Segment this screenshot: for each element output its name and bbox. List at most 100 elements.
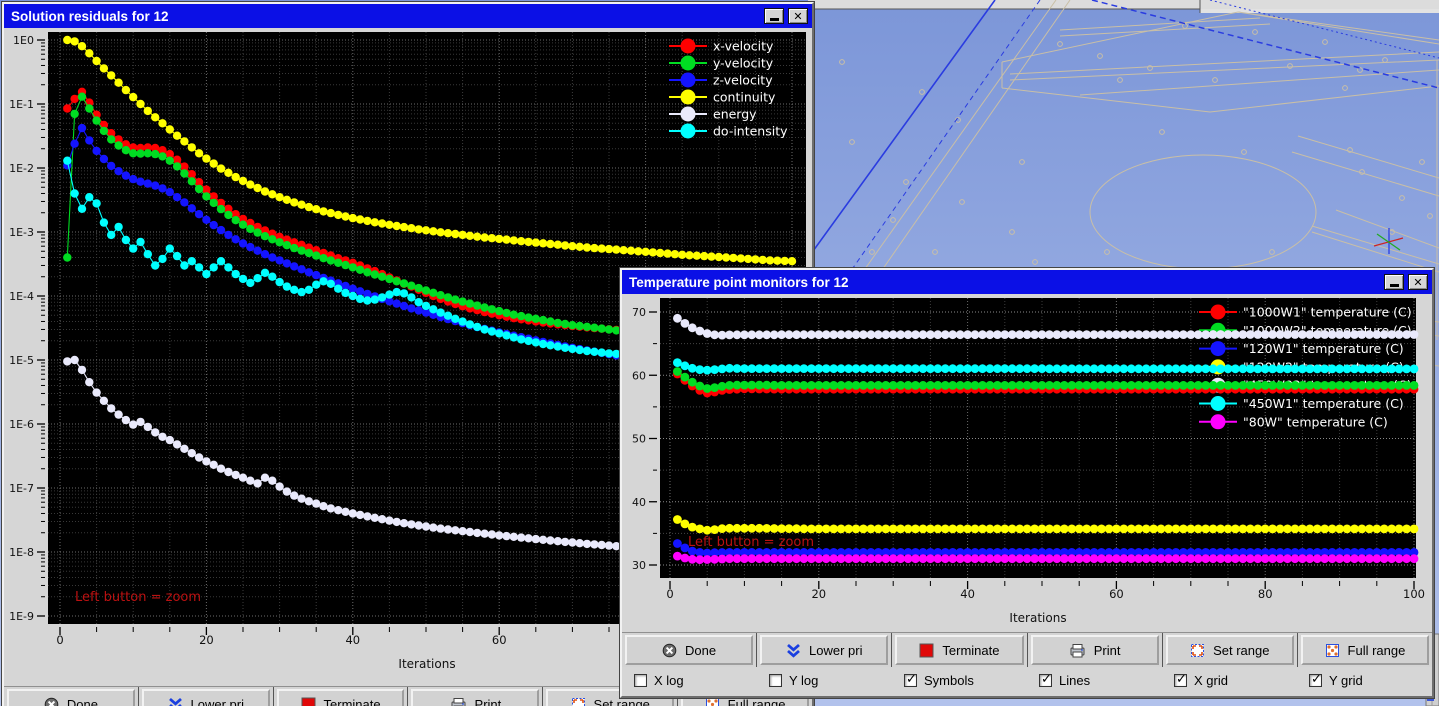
print-icon	[450, 697, 467, 706]
symbols-checkbox-box[interactable]	[904, 674, 917, 687]
set-range-icon	[1190, 643, 1205, 658]
done-icon	[662, 643, 677, 658]
lines-checkbox[interactable]: Lines	[1027, 673, 1162, 688]
svg-text:40: 40	[345, 633, 360, 647]
legend-label: energy	[713, 107, 757, 122]
window-title: Solution residuals for 12	[11, 9, 760, 24]
done-button-cell: Done	[4, 687, 138, 706]
done-button-label: Done	[67, 697, 98, 706]
lines-checkbox-label: Lines	[1059, 673, 1090, 688]
lines-checkbox-box[interactable]	[1039, 674, 1052, 687]
print-button[interactable]: Print	[1031, 635, 1159, 665]
full-range-button-label: Full range	[1348, 643, 1406, 658]
svg-text:60: 60	[492, 633, 507, 647]
legend-label: "1000W1" temperature (C)	[1243, 305, 1412, 320]
lower-pri-button-label: Lower pri	[191, 697, 244, 706]
done-button-cell: Done	[622, 633, 756, 667]
lower-pri-icon	[168, 697, 183, 706]
y-log-checkbox[interactable]: Y log	[757, 673, 892, 688]
svg-text:70: 70	[632, 306, 646, 319]
minimize-icon[interactable]	[1384, 274, 1404, 290]
plot-annotation: Left button = zoom	[75, 590, 201, 605]
svg-text:1E-7: 1E-7	[9, 482, 34, 495]
lower-pri-button-cell: Lower pri	[756, 633, 891, 667]
y-grid-checkbox[interactable]: Y grid	[1297, 673, 1432, 688]
print-icon	[1069, 643, 1086, 658]
svg-text:100: 100	[1403, 587, 1425, 601]
monitors-window: Temperature point monitors for 12 ✕ 30 40…	[620, 268, 1434, 698]
full-range-button-cell: Full range	[1297, 633, 1432, 667]
x-log-checkbox-label: X log	[654, 673, 684, 688]
done-button[interactable]: Done	[625, 635, 753, 665]
svg-text:20: 20	[811, 587, 826, 601]
svg-text:0: 0	[56, 633, 63, 647]
legend-label: continuity	[713, 90, 776, 105]
svg-text:1E-6: 1E-6	[9, 418, 34, 431]
full-range-button[interactable]: Full range	[1301, 635, 1429, 665]
svg-text:20: 20	[199, 633, 214, 647]
legend-label: x-velocity	[713, 39, 774, 54]
svg-text:0: 0	[666, 587, 673, 601]
x-grid-checkbox-box[interactable]	[1174, 674, 1187, 687]
y-log-checkbox-box[interactable]	[769, 674, 782, 687]
y-log-checkbox-label: Y log	[789, 673, 818, 688]
svg-text:50: 50	[632, 433, 646, 446]
svg-text:40: 40	[632, 496, 646, 509]
svg-text:1E-2: 1E-2	[9, 162, 34, 175]
close-icon[interactable]: ✕	[788, 8, 808, 24]
done-button[interactable]: Done	[7, 689, 135, 706]
residuals-titlebar[interactable]: Solution residuals for 12 ✕	[4, 4, 812, 28]
x-axis-label: Iterations	[1009, 611, 1066, 625]
done-button-label: Done	[685, 643, 716, 658]
set-range-button-label: Set range	[1213, 643, 1269, 658]
x-log-checkbox-box[interactable]	[634, 674, 647, 687]
terminate-button-cell: Terminate	[891, 633, 1026, 667]
terminate-button[interactable]: Terminate	[277, 689, 405, 706]
svg-text:1E-1: 1E-1	[9, 98, 34, 111]
lower-pri-button[interactable]: Lower pri	[760, 635, 888, 665]
legend-label: "80W" temperature (C)	[1243, 414, 1388, 429]
x-grid-checkbox-label: X grid	[1194, 673, 1228, 688]
terminate-button-label: Terminate	[324, 697, 381, 706]
symbols-checkbox[interactable]: Symbols	[892, 673, 1027, 688]
legend-label: y-velocity	[713, 56, 774, 71]
terminate-button[interactable]: Terminate	[895, 635, 1023, 665]
svg-text:30: 30	[632, 559, 646, 572]
lower-pri-button[interactable]: Lower pri	[142, 689, 270, 706]
x-log-checkbox[interactable]: X log	[622, 673, 757, 688]
print-button-label: Print	[475, 697, 502, 706]
terminate-icon	[919, 643, 934, 658]
window-title: Temperature point monitors for 12	[629, 275, 1380, 290]
done-icon	[44, 697, 59, 706]
monitors-titlebar[interactable]: Temperature point monitors for 12 ✕	[622, 270, 1432, 294]
svg-text:60: 60	[1109, 587, 1124, 601]
print-button-cell: Print	[1027, 633, 1162, 667]
monitors-button-row: Done Lower pri Terminate Print Set range Full…	[622, 632, 1432, 667]
monitors-chart[interactable]: 3040506070020406080100Iterations"1000W1"…	[622, 294, 1428, 632]
set-range-button-cell: Set range	[1162, 633, 1297, 667]
y-grid-checkbox-label: Y grid	[1329, 673, 1363, 688]
set-range-button[interactable]: Set range	[1166, 635, 1294, 665]
print-button[interactable]: Print	[411, 689, 539, 706]
monitors-checkbox-row: X log Y log Symbols Lines X grid Y grid	[622, 667, 1432, 693]
legend-label: "120W1" temperature (C)	[1243, 341, 1404, 356]
svg-text:60: 60	[632, 369, 646, 382]
minimize-icon[interactable]	[764, 8, 784, 24]
y-grid-checkbox-box[interactable]	[1309, 674, 1322, 687]
full-range-icon	[1325, 643, 1340, 658]
lower-pri-button-label: Lower pri	[809, 643, 862, 658]
x-grid-checkbox[interactable]: X grid	[1162, 673, 1297, 688]
svg-text:1E-4: 1E-4	[9, 290, 34, 303]
application-screen: Solution residuals for 12 ✕ 1E0 1E-1 1E-2 1…	[0, 0, 1439, 706]
svg-text:1E0: 1E0	[13, 34, 34, 47]
symbols-checkbox-label: Symbols	[924, 673, 974, 688]
svg-text:1E-3: 1E-3	[9, 226, 34, 239]
svg-text:40: 40	[960, 587, 975, 601]
lower-pri-button-cell: Lower pri	[138, 687, 273, 706]
plot-annotation: Left button = zoom	[688, 535, 814, 550]
close-icon[interactable]: ✕	[1408, 274, 1428, 290]
set-range-icon	[571, 697, 586, 706]
terminate-button-label: Terminate	[942, 643, 999, 658]
svg-text:1E-8: 1E-8	[9, 546, 34, 559]
legend-label: "450W1" temperature (C)	[1243, 396, 1404, 411]
